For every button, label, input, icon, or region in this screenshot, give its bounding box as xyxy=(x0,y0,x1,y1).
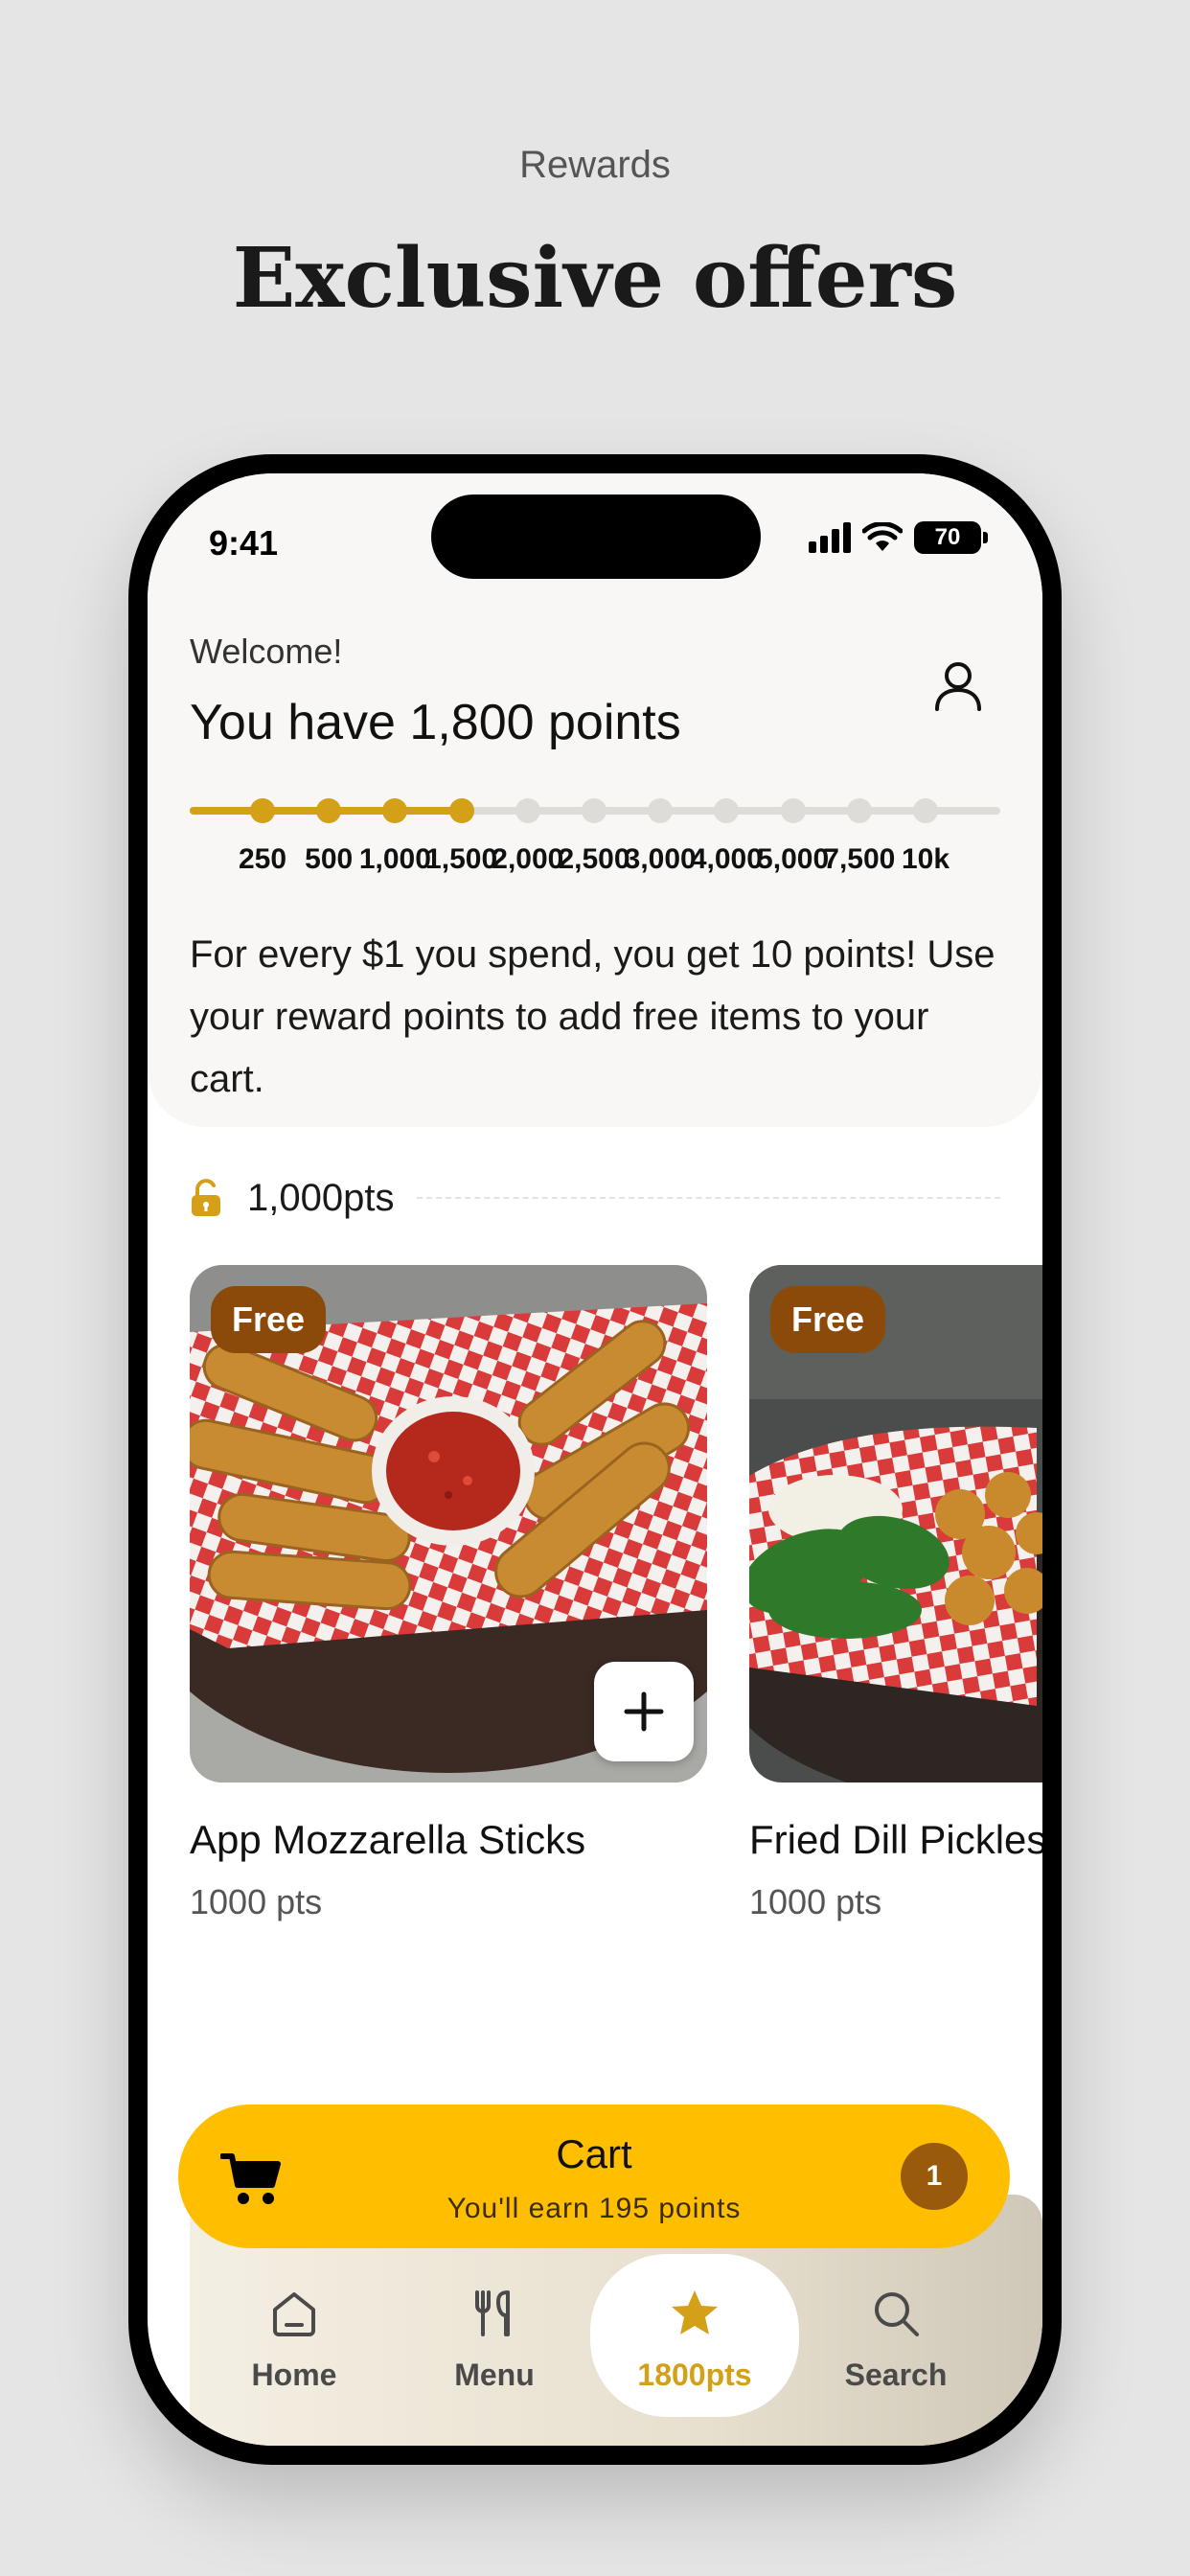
wifi-icon xyxy=(862,522,903,551)
free-badge: Free xyxy=(211,1286,327,1353)
phone-frame: 9:41 70 Welcome! You have 1,800 points 2… xyxy=(128,454,1062,2465)
progress-milestone-dot xyxy=(316,798,342,823)
progress-milestone-dot xyxy=(582,798,606,823)
tab-bar: Home Menu 1800pts Search xyxy=(190,2254,1000,2417)
star-icon xyxy=(672,2290,718,2334)
progress-milestone-label: 1,500 xyxy=(425,843,498,875)
cart-title: Cart xyxy=(556,2131,632,2176)
cart-count-badge: 1 xyxy=(901,2143,968,2210)
cellular-signal-icon xyxy=(809,522,851,553)
progress-milestone-label: 2,000 xyxy=(492,843,564,875)
add-to-cart-button[interactable] xyxy=(594,1662,694,1761)
tab-label: Menu xyxy=(454,2358,535,2392)
status-time: 9:41 xyxy=(209,523,279,563)
reward-card[interactable]: Free App Mozzarella Sticks 1000 pts xyxy=(190,1265,707,1922)
progress-milestone-dot xyxy=(913,798,938,823)
unlocked-icon xyxy=(192,1179,220,1216)
profile-icon[interactable] xyxy=(929,657,987,715)
rewards-summary-panel: 9:41 70 Welcome! You have 1,800 points 2… xyxy=(148,473,1042,1127)
progress-milestone-label: 3,000 xyxy=(624,843,697,875)
points-heading: You have 1,800 points xyxy=(190,695,681,750)
promo-eyebrow: Rewards xyxy=(519,144,671,186)
tab-label: 1800pts xyxy=(637,2358,752,2392)
progress-milestone-dot xyxy=(846,798,872,823)
progress-milestone-label: 5,000 xyxy=(757,843,830,875)
mozzarella-sticks-image[interactable]: Free xyxy=(190,1265,707,1782)
promo-title: Exclusive offers xyxy=(232,230,958,327)
points-progress: 250 500 1,000 1,500 2,000 2,500 3,000 4,000 5,00… xyxy=(190,794,1000,875)
cart-subtitle: You'll earn 195 points xyxy=(446,2193,742,2224)
cart-bar[interactable]: Cart You'll earn 195 points 1 xyxy=(178,2104,1010,2248)
tab-search[interactable]: Search xyxy=(791,2254,1000,2417)
battery-indicator: 70 xyxy=(914,521,988,554)
utensils-icon xyxy=(475,2290,510,2336)
reward-tier-header: 1,000pts xyxy=(190,1171,1000,1225)
progress-milestone-dot xyxy=(515,798,540,823)
progress-milestone-label: 250 xyxy=(238,843,287,875)
progress-milestone-label: 7,500 xyxy=(823,843,896,875)
progress-milestone-label: 4,000 xyxy=(690,843,763,875)
dynamic-island xyxy=(431,494,761,579)
fried-pickles-image[interactable]: Free xyxy=(749,1265,1042,1782)
progress-milestone-dot xyxy=(382,798,408,823)
progress-milestone-dot xyxy=(250,798,275,823)
item-name: App Mozzarella Sticks xyxy=(190,1817,586,1862)
progress-milestone-label: 500 xyxy=(305,843,354,875)
reward-tier-points: 1,000pts xyxy=(247,1176,395,1219)
progress-milestone-dot xyxy=(448,798,474,823)
rewards-info-text: For every $1 you spend, you get 10 point… xyxy=(190,933,995,1100)
item-points: 1000 pts xyxy=(190,1882,323,1921)
free-badge: Free xyxy=(770,1286,886,1353)
item-points: 1000 pts xyxy=(749,1882,882,1921)
tab-home[interactable]: Home xyxy=(190,2254,399,2417)
tab-label: Search xyxy=(844,2358,948,2392)
home-icon xyxy=(273,2292,315,2336)
progress-milestone-dot xyxy=(780,798,806,823)
section-divider xyxy=(417,1197,1000,1199)
progress-milestone-label: 2,500 xyxy=(558,843,630,875)
tab-label: Home xyxy=(251,2358,337,2392)
tab-rewards[interactable]: 1800pts xyxy=(590,2254,799,2417)
tab-menu[interactable]: Menu xyxy=(390,2254,599,2417)
welcome-text: Welcome! xyxy=(190,632,343,671)
status-icons: 70 xyxy=(809,521,988,554)
progress-milestone-dot xyxy=(714,798,740,823)
plus-icon xyxy=(624,1691,664,1732)
progress-milestone-dot xyxy=(648,798,674,823)
phone-screen: 9:41 70 Welcome! You have 1,800 points 2… xyxy=(148,473,1042,2446)
search-icon xyxy=(875,2292,919,2336)
progress-milestone-label: 1,000 xyxy=(358,843,431,875)
reward-card[interactable]: Free Fried Dill Pickles 1000 pts xyxy=(749,1265,1042,1922)
progress-milestone-label: 10k xyxy=(901,843,950,875)
item-name: Fried Dill Pickles xyxy=(749,1817,1042,1862)
